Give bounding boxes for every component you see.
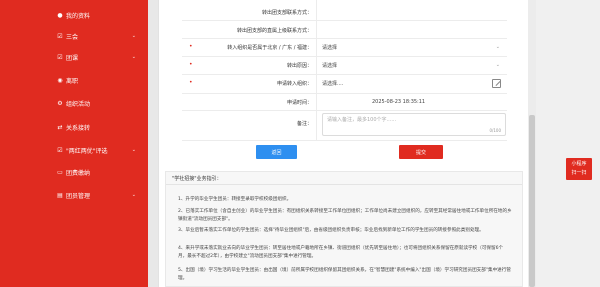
sidebar-item-relation-transfer[interactable]: ⇄ 关系接转 bbox=[0, 117, 148, 137]
row-divider bbox=[182, 140, 507, 141]
sidebar-item-two-red-two-excellent[interactable]: ☑ "两红两优"评选 ⌄ bbox=[0, 140, 148, 160]
select-value: 请选择 bbox=[322, 62, 338, 69]
check-square-icon: ☑ bbox=[57, 53, 63, 61]
scan-label-line2: 扫一扫 bbox=[571, 170, 587, 176]
form-label: 申请转入组织： bbox=[276, 80, 312, 87]
submit-button[interactable]: 提交 bbox=[399, 145, 443, 159]
outgoing-branch-contact-field[interactable] bbox=[316, 6, 506, 18]
row-divider bbox=[182, 93, 507, 94]
row-divider bbox=[182, 20, 507, 21]
form-label: 备注： bbox=[296, 120, 312, 127]
remark-textarea[interactable]: 请输入备注，最多100个字...... 0/100 bbox=[322, 113, 506, 136]
required-marker: • bbox=[189, 61, 193, 68]
chevron-down-icon: ⌄ bbox=[495, 44, 500, 50]
check-square-icon: ☑ bbox=[57, 146, 63, 154]
sidebar: ● 我的资料 ☑ 三会 ⌄ ☑ 团课 ⌄ ◉ 离职 ⚙ 组织活动 ⇄ 关系接转 … bbox=[0, 0, 148, 287]
sidebar-item-label: 团费缴纳 bbox=[66, 169, 91, 177]
sidebar-item-label: 团课 bbox=[66, 54, 79, 62]
mini-program-scan-button[interactable]: 小程序 扫一扫 bbox=[566, 158, 592, 180]
sidebar-item-three-meetings[interactable]: ☑ 三会 ⌄ bbox=[0, 26, 148, 46]
transfer-icon: ⇄ bbox=[57, 123, 63, 131]
gutter bbox=[148, 0, 158, 287]
form-label: 转出团支部联系方式： bbox=[261, 9, 312, 16]
scan-label-line1: 小程序 bbox=[571, 161, 587, 167]
user-icon: ● bbox=[57, 11, 63, 19]
guide-item: 2、已落实工作单位（含自主创业）的毕业学生团员：有团组织关系转接至工作单位团组织… bbox=[178, 209, 512, 222]
required-marker: • bbox=[189, 43, 193, 50]
chevron-down-icon: ⌄ bbox=[495, 62, 500, 68]
row-divider bbox=[182, 38, 507, 39]
guide-item: 3、毕业后暂未落实工作单位的学生团员：选择"待毕业团组织"后，由省级团组织负责审… bbox=[178, 228, 484, 233]
char-counter: 0/100 bbox=[489, 128, 501, 133]
guide-item: 1、升学的毕业学生团员：转接至录取学校校级团组织。 bbox=[178, 197, 292, 202]
sidebar-item-label: 团员管理 bbox=[66, 192, 91, 200]
building-icon: ◉ bbox=[57, 76, 63, 84]
sidebar-item-org-activities[interactable]: ⚙ 组织活动 bbox=[0, 93, 148, 113]
scrollbar-thumb[interactable] bbox=[529, 115, 535, 287]
chevron-down-icon: ⌄ bbox=[131, 192, 136, 198]
form-label: 转出原因： bbox=[286, 62, 312, 69]
sidebar-item-label: 我的资料 bbox=[66, 12, 91, 20]
target-org-picker[interactable]: 请选择.... bbox=[316, 77, 506, 89]
sidebar-item-dues-payment[interactable]: ▭ 团费缴纳 bbox=[0, 162, 148, 182]
sidebar-item-label: 离职 bbox=[66, 77, 79, 85]
form-row-transfer-reason: • 转出原因： 请选择 ⌄ bbox=[182, 59, 507, 71]
gear-icon: ⚙ bbox=[57, 99, 63, 107]
guide-item: 5、出国（境）学习生活的毕业学生团员：由出国（境）前所属学校团组织保留其团组织关… bbox=[178, 268, 511, 281]
main-panel: 转出团支部联系方式： 转出团支部的直属上级联系方式： • 转入组织是否属于北京 … bbox=[158, 0, 528, 287]
row-divider bbox=[182, 110, 507, 111]
form-label: 转入组织是否属于北京 / 广东 / 福建： bbox=[227, 44, 312, 51]
check-square-icon: ☑ bbox=[57, 32, 63, 40]
form-label: 申请时间： bbox=[286, 99, 312, 106]
chevron-down-icon: ⌄ bbox=[131, 33, 136, 39]
sidebar-item-label: 组织活动 bbox=[66, 100, 91, 108]
file-icon: ▤ bbox=[57, 191, 63, 199]
sidebar-item-league-class[interactable]: ☑ 团课 ⌄ bbox=[0, 47, 148, 67]
sidebar-item-my-profile[interactable]: ● 我的资料 bbox=[0, 5, 148, 25]
chevron-down-icon: ⌄ bbox=[131, 54, 136, 60]
card-icon: ▭ bbox=[57, 168, 63, 176]
target-region-select[interactable]: 请选择 ⌄ bbox=[316, 41, 506, 53]
scrollbar[interactable] bbox=[528, 0, 536, 287]
required-marker: • bbox=[189, 79, 193, 86]
edit-icon[interactable] bbox=[492, 78, 501, 88]
form-label: 转出团支部的直属上级联系方式： bbox=[236, 27, 312, 34]
business-guide: "学社招接"业务指引： 1、升学的毕业学生团员：转接至录取学校校级团组织。 2、… bbox=[165, 171, 523, 287]
apply-time-value: 2025-08-23 18:35:11 bbox=[372, 99, 426, 105]
picker-value: 请选择.... bbox=[322, 80, 344, 87]
form-row-target-org: • 申请转入组织： 请选择.... bbox=[182, 77, 507, 89]
guide-title: "学社招接"业务指引： bbox=[172, 176, 222, 182]
sidebar-item-member-management[interactable]: ▤ 团员管理 ⌄ bbox=[0, 185, 148, 205]
select-value: 请选择 bbox=[322, 44, 338, 51]
form-row-outgoing-branch-contact: 转出团支部联系方式： bbox=[182, 6, 507, 18]
back-button[interactable]: 返回 bbox=[256, 145, 297, 159]
sidebar-item-label: 三会 bbox=[66, 33, 79, 41]
transfer-reason-select[interactable]: 请选择 ⌄ bbox=[316, 59, 506, 71]
sidebar-item-resign[interactable]: ◉ 离职 bbox=[0, 70, 148, 90]
chevron-down-icon: ⌄ bbox=[131, 147, 136, 153]
remark-placeholder: 请输入备注，最多100个字...... bbox=[327, 117, 397, 123]
sidebar-item-label: 关系接转 bbox=[66, 124, 91, 132]
form-row-superior-contact: 转出团支部的直属上级联系方式： bbox=[182, 24, 507, 36]
form-row-target-region: • 转入组织是否属于北京 / 广东 / 福建： 请选择 ⌄ bbox=[182, 41, 507, 53]
guide-item: 4、来升学或未落实就业去向的毕业学生团员：转至居住地或户籍地所在乡镇、街道团组织… bbox=[178, 246, 504, 259]
row-divider bbox=[182, 56, 507, 57]
row-divider bbox=[182, 74, 507, 75]
form-row-apply-time: 申请时间： 2025-08-23 18:35:11 bbox=[182, 96, 507, 108]
right-margin bbox=[536, 0, 600, 287]
guide-divider bbox=[166, 184, 522, 185]
sidebar-item-label: "两红两优"评选 bbox=[66, 147, 108, 155]
superior-contact-field[interactable] bbox=[316, 24, 506, 36]
